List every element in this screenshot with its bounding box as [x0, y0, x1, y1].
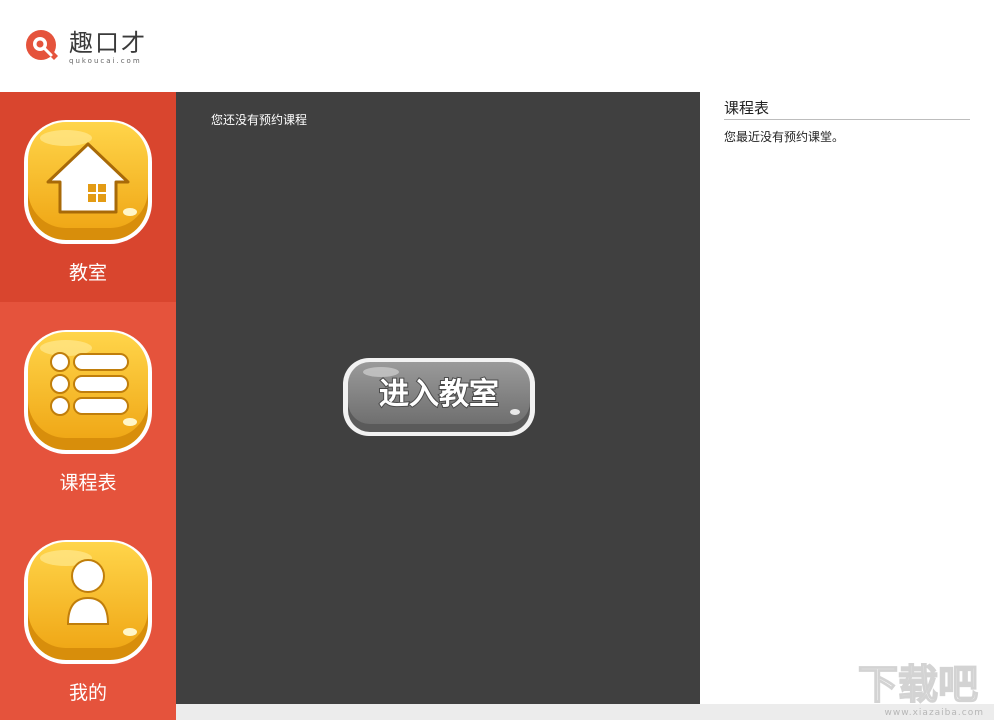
watermark: 下载吧 www.xiazaiba.com	[857, 660, 990, 718]
sidebar-item-label: 课程表	[59, 472, 117, 494]
sidebar-item-mine[interactable]: 我的	[0, 512, 176, 722]
house-icon	[24, 120, 152, 244]
logo-subtitle: qukoucai.com	[69, 56, 142, 65]
enter-classroom-button-shape: 进入教室	[343, 358, 535, 436]
enter-classroom-label: 进入教室	[379, 377, 499, 412]
schedule-panel: 课程表 您最近没有预约课堂。	[700, 92, 994, 704]
header: 趣口才 qukoucai.com	[0, 0, 994, 92]
user-icon	[24, 540, 152, 664]
classroom-panel: 您还没有预约课程 进入教室	[176, 92, 700, 704]
no-course-message: 您还没有预约课程	[211, 113, 308, 127]
sidebar-item-label: 我的	[68, 682, 107, 704]
watermark-logo: 下载吧	[857, 661, 979, 709]
logo-title: 趣口才	[69, 28, 147, 57]
schedule-title: 课程表	[724, 97, 970, 120]
sidebar-item-schedule[interactable]: 课程表	[0, 302, 176, 512]
app-logo[interactable]: 趣口才 qukoucai.com	[24, 28, 147, 66]
enter-classroom-button[interactable]: 进入教室	[341, 354, 537, 440]
sidebar-item-label: 教室	[68, 262, 107, 284]
svg-text:下载吧: 下载吧	[858, 662, 978, 704]
sidebar: 教室 课程表 我的	[0, 92, 176, 720]
schedule-empty-message: 您最近没有预约课堂。	[724, 130, 845, 144]
logo-q-icon	[26, 30, 58, 60]
sidebar-item-classroom[interactable]: 教室	[0, 92, 176, 302]
watermark-url: www.xiazaiba.com	[884, 708, 984, 718]
list-icon	[24, 330, 152, 454]
